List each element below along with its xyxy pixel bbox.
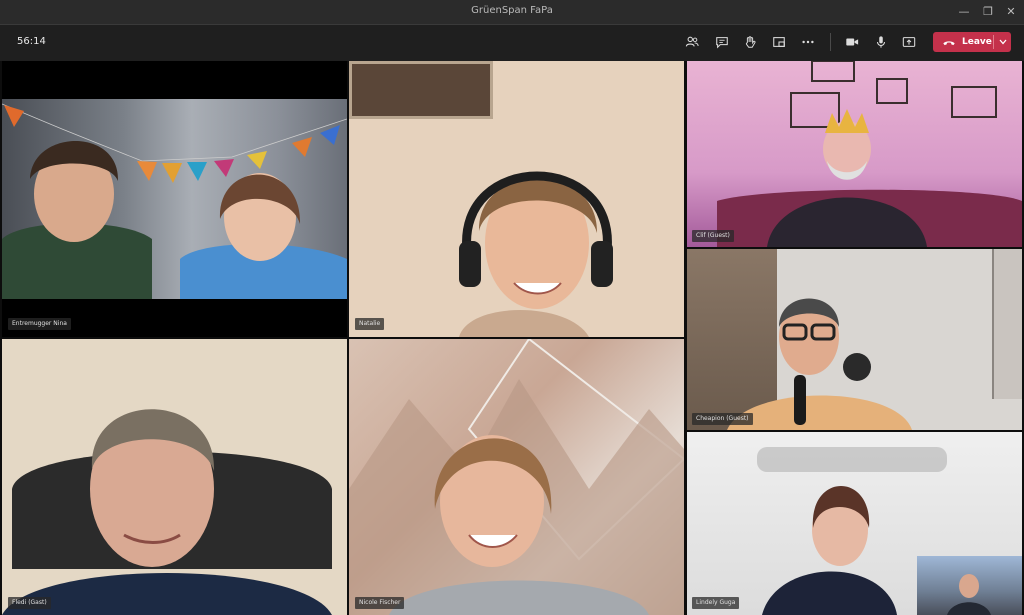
video-tile-6[interactable]: Nicole Fischer — [349, 339, 684, 615]
toolbar-divider — [830, 33, 831, 51]
video-tile-7[interactable]: Lindely Guga — [687, 432, 1022, 615]
video-grid: Entremugger Nina Natalie Clif (Guest) Ch… — [0, 61, 1024, 615]
microphone-button[interactable] — [871, 32, 891, 52]
participant-name-tag: Cheapion (Guest) — [692, 413, 753, 425]
participant-silhouette — [459, 171, 613, 337]
meeting-toolbar: 56:14 Leave — [0, 25, 1024, 59]
participant-silhouette — [727, 298, 912, 430]
self-view-silhouette — [947, 574, 991, 615]
maximize-button[interactable]: ❐ — [977, 3, 999, 21]
more-actions-button[interactable] — [798, 32, 818, 52]
participant-name-tag: Nicole Fischer — [355, 597, 405, 609]
close-button[interactable]: ✕ — [1000, 3, 1022, 21]
chat-icon — [716, 37, 728, 49]
camera-button[interactable] — [842, 32, 862, 52]
camera-icon — [846, 38, 859, 46]
participant-silhouette — [349, 339, 684, 615]
share-icon — [902, 37, 916, 47]
participant-name-tag: Fledi (Gast) — [8, 597, 51, 609]
breakout-icon — [773, 37, 785, 47]
meeting-timer: 56:14 — [17, 36, 46, 47]
participant-name-tag: Entremugger Nina — [8, 318, 71, 330]
raise-hand-icon — [745, 36, 756, 48]
video-tile-1[interactable]: Entremugger Nina — [2, 61, 347, 337]
window-title: GrüenSpan FaPa — [471, 5, 553, 16]
participant-name-tag: Lindely Guga — [692, 597, 740, 609]
raise-hand-button[interactable] — [740, 32, 760, 52]
participant-name-tag: Natalie — [355, 318, 385, 330]
participant-silhouette — [717, 61, 1022, 247]
chat-button[interactable] — [712, 32, 732, 52]
window-titlebar: GrüenSpan FaPa — ❐ ✕ — [0, 0, 1024, 25]
video-tile-2[interactable]: Natalie — [349, 61, 684, 337]
video-tile-4[interactable]: Cheapion (Guest) — [687, 249, 1022, 430]
breakout-rooms-button[interactable] — [769, 32, 789, 52]
leave-divider — [993, 35, 994, 49]
leave-label: Leave — [962, 37, 992, 47]
participant-silhouette — [2, 409, 332, 615]
share-screen-button[interactable] — [899, 32, 919, 52]
self-view-preview[interactable] — [917, 556, 1022, 615]
mic-icon — [876, 36, 886, 48]
participants-button[interactable] — [682, 32, 702, 52]
more-icon — [802, 40, 814, 44]
participants-icon — [685, 36, 699, 47]
chevron-down-icon[interactable] — [998, 35, 1008, 49]
participant-name-tag: Clif (Guest) — [692, 230, 734, 242]
video-tile-5[interactable]: Fledi (Gast) — [2, 339, 347, 615]
leave-button[interactable]: Leave — [933, 32, 1011, 52]
minimize-button[interactable]: — — [953, 3, 975, 21]
participant-silhouettes — [2, 141, 347, 299]
video-tile-3[interactable]: Clif (Guest) — [687, 61, 1022, 247]
hang-up-icon — [943, 41, 955, 46]
